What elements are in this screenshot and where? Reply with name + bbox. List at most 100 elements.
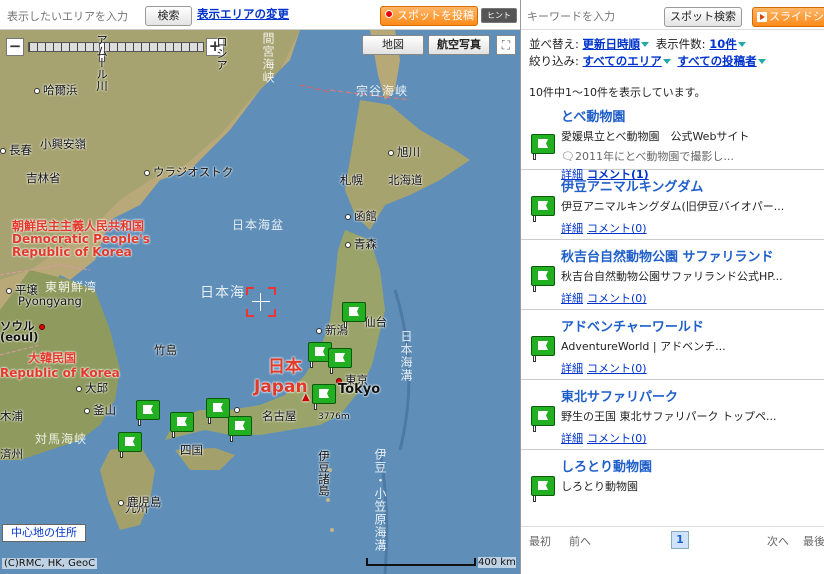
spot-description: AdventureWorld | アドベンチ...: [561, 340, 726, 353]
sort-select[interactable]: 更新日時順: [583, 37, 641, 51]
spot-comment-preview: 🗨2011年にとべ動物園で撮影し...: [561, 150, 734, 163]
slideshow-button[interactable]: スライドショー: [752, 7, 824, 27]
list-item[interactable]: 伊豆アニマルキングダム 伊豆アニマルキングダム(旧伊豆バイオパー... 詳細 コメ…: [521, 170, 824, 240]
poster-filter-select[interactable]: すべての投稿者: [677, 54, 756, 68]
spot-title-link[interactable]: とべ動物園: [561, 106, 625, 125]
count-select[interactable]: 10件: [709, 37, 737, 51]
zoom-out-button[interactable]: −: [6, 38, 24, 56]
spot-flag-icon[interactable]: [206, 398, 230, 424]
place-label: 伊豆諸島: [317, 450, 331, 496]
hint-button[interactable]: ヒント: [481, 8, 517, 23]
spot-description: 伊豆アニマルキングダム(旧伊豆バイオパー...: [561, 200, 785, 213]
place-label: 大邱: [76, 380, 108, 396]
list-item[interactable]: アドベンチャーワールド AdventureWorld | アドベンチ... 詳細…: [521, 310, 824, 380]
place-label: 長春: [0, 142, 32, 158]
area-search-input[interactable]: [4, 6, 140, 26]
spot-title-link[interactable]: 東北サファリパーク: [561, 386, 678, 405]
comment-link[interactable]: コメント(0): [587, 432, 647, 445]
dropdown-arrow-icon[interactable]: [662, 58, 671, 64]
city-dot-icon: [0, 147, 6, 154]
dropdown-arrow-icon[interactable]: [737, 41, 746, 47]
spot-flag-icon[interactable]: [228, 416, 252, 442]
place-label: アムール川: [95, 34, 109, 92]
spot-flag-icon[interactable]: [531, 336, 555, 362]
list-item[interactable]: しろとり動物園 しろとり動物園: [521, 450, 824, 520]
map-scale-bar: [366, 558, 476, 566]
zoom-slider[interactable]: − +: [6, 38, 226, 62]
list-item[interactable]: とべ動物園 愛媛県立とべ動物園 公式Webサイト 🗨2011年にとべ動物園で撮影…: [521, 100, 824, 181]
detail-link[interactable]: 詳細: [561, 222, 583, 235]
list-item[interactable]: 秋吉台自然動物公園 サファリランド 秋吉台自然動物公園サファリランド公式HP..…: [521, 240, 824, 310]
spot-flag-icon[interactable]: [170, 412, 194, 438]
area-filter-select[interactable]: すべてのエリア: [583, 54, 662, 68]
place-label: 吉林省: [26, 171, 61, 185]
detail-link[interactable]: 詳細: [561, 432, 583, 445]
map-type-map-button[interactable]: 地図: [362, 35, 424, 55]
country-label: Democratic People's: [12, 232, 150, 246]
place-label: Tokyo: [338, 382, 381, 397]
center-address-button[interactable]: 中心地の住所: [2, 524, 86, 542]
map-view[interactable]: − + 地図 航空写真 ⛶ 日本海 日本海盆 東朝鮮湾 対馬海峡 日本海溝 宗谷…: [0, 30, 520, 574]
spot-title-link[interactable]: アドベンチャーワールド: [561, 316, 704, 335]
city-dot-icon: [84, 407, 90, 414]
sea-label: 対馬海峡: [35, 432, 88, 446]
fullscreen-icon[interactable]: ⛶: [496, 35, 516, 55]
spot-flag-icon[interactable]: [136, 400, 160, 426]
map-center-crosshair-icon: [246, 287, 276, 317]
spot-title-link[interactable]: 伊豆アニマルキングダム: [561, 176, 703, 195]
dropdown-arrow-icon[interactable]: [641, 41, 650, 47]
country-label: 大韓民国: [28, 351, 77, 365]
comment-link[interactable]: コメント(0): [587, 292, 647, 305]
spot-title-link[interactable]: しろとり動物園: [561, 456, 652, 475]
pager-first[interactable]: 最初: [529, 533, 551, 549]
spot-flag-icon[interactable]: [531, 476, 555, 502]
spot-flag-icon[interactable]: [342, 302, 366, 328]
place-label: 北海道: [388, 173, 423, 187]
result-filters: 並べ替え: 更新日時順 表示件数: 10件 絞り込み: すべてのエリア すべての…: [529, 36, 824, 70]
place-label: 済州: [0, 447, 23, 461]
list-item[interactable]: 東北サファリパーク 野生の王国 東北サファリパーク トップペ... 詳細 コメント…: [521, 380, 824, 450]
count-label: 表示件数:: [655, 37, 706, 51]
keyword-search-input[interactable]: [527, 6, 657, 26]
map-type-aerial-button[interactable]: 航空写真: [428, 35, 490, 55]
comment-link[interactable]: コメント(0): [587, 362, 647, 375]
country-label: 日本: [268, 357, 302, 377]
spot-flag-icon[interactable]: [531, 134, 555, 160]
spot-flag-icon[interactable]: [312, 384, 336, 410]
spot-flag-icon[interactable]: [531, 406, 555, 432]
spot-search-button[interactable]: スポット検索: [664, 7, 742, 27]
pager-last[interactable]: 最後: [803, 533, 824, 549]
spot-flag-icon[interactable]: [531, 196, 555, 222]
zoom-track[interactable]: [28, 42, 204, 62]
post-spot-button[interactable]: スポットを投稿: [380, 6, 478, 26]
result-list[interactable]: とべ動物園 愛媛県立とべ動物園 公式Webサイト 🗨2011年にとべ動物園で撮影…: [521, 100, 824, 520]
sea-label: 日本海盆: [232, 218, 285, 232]
place-label: 竹島: [154, 343, 177, 357]
spot-description: 野生の王国 東北サファリパーク トップペ...: [561, 410, 777, 423]
spot-description: しろとり動物園: [561, 480, 638, 493]
speech-bubble-icon: 🗨: [561, 150, 575, 163]
area-change-link[interactable]: 表示エリアの変更: [197, 6, 289, 22]
dropdown-arrow-icon[interactable]: [757, 58, 766, 64]
sea-label: 宗谷海峡: [356, 84, 409, 98]
sort-label: 並べ替え:: [529, 37, 579, 51]
area-search-button[interactable]: 検索: [145, 6, 192, 26]
keyword-search-row: スポット検索 スライドショー: [521, 0, 824, 30]
pager-current-page[interactable]: 1: [671, 531, 689, 549]
comment-link[interactable]: コメント(0): [587, 222, 647, 235]
place-label: 哈爾浜: [34, 82, 78, 98]
spot-links: 詳細 コメント(0): [561, 360, 651, 376]
spot-flag-icon[interactable]: [328, 348, 352, 374]
detail-link[interactable]: 詳細: [561, 362, 583, 375]
pager-prev[interactable]: 前へ: [569, 533, 591, 549]
spot-links: 詳細 コメント(0): [561, 430, 651, 446]
place-label: ウラジオストク: [144, 164, 233, 180]
place-label: [234, 402, 243, 416]
spot-description: 秋吉台自然動物公園サファリランド公式HP...: [561, 270, 783, 283]
detail-link[interactable]: 詳細: [561, 292, 583, 305]
place-label: 釜山: [84, 402, 116, 418]
spot-flag-icon[interactable]: [531, 266, 555, 292]
spot-flag-icon[interactable]: [118, 432, 142, 458]
pager-next[interactable]: 次へ: [767, 533, 789, 549]
spot-title-link[interactable]: 秋吉台自然動物公園 サファリランド: [561, 246, 774, 265]
